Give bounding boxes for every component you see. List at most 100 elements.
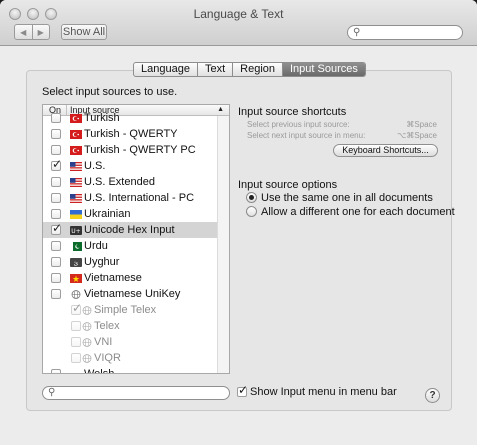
table-row[interactable]: Ukrainian <box>43 206 229 222</box>
pk-flag-icon <box>70 241 82 251</box>
table-row[interactable]: Turkish - QWERTY PC <box>43 142 229 158</box>
globe-flag-icon <box>81 321 93 331</box>
table-row[interactable]: Vietnamese <box>43 270 229 286</box>
row-checkbox[interactable] <box>51 113 61 123</box>
radio-same-row[interactable]: Use the same one in all documents <box>246 191 433 204</box>
show-all-button[interactable]: Show All <box>61 24 107 40</box>
tab-text[interactable]: Text <box>196 63 232 76</box>
tr-flag-icon <box>70 145 82 155</box>
table-row[interactable]: Telex <box>43 318 229 334</box>
titlebar: Language & Text ◀ ▶ Show All ⚲ <box>0 0 477 46</box>
table-row[interactable]: ئ Uyghur <box>43 254 229 270</box>
wales-flag-icon <box>70 369 82 373</box>
table-row[interactable]: U.S. International - PC <box>43 190 229 206</box>
tab-language[interactable]: Language <box>134 63 197 76</box>
ug-flag-icon: ئ <box>70 257 82 267</box>
prev-shortcut-label: Select previous input source: <box>247 120 350 129</box>
globe-flag-icon <box>81 353 93 363</box>
us-flag-icon <box>70 193 82 203</box>
globe-flag-icon <box>70 289 82 299</box>
hex-flag-icon: U+ <box>70 225 82 235</box>
row-label: Vietnamese UniKey <box>84 288 181 300</box>
row-checkbox[interactable] <box>71 337 81 347</box>
row-label: U.S. International - PC <box>84 192 195 204</box>
tab-region[interactable]: Region <box>232 63 282 76</box>
globe-flag-icon <box>81 305 93 315</box>
row-label: U.S. <box>84 160 106 172</box>
row-label: Simple Telex <box>94 304 157 316</box>
table-row[interactable]: U.S. Extended <box>43 174 229 190</box>
help-button[interactable]: ? <box>425 388 440 403</box>
row-checkbox[interactable]: ✓ <box>51 157 62 171</box>
forward-arrow-icon[interactable]: ▶ <box>31 25 50 39</box>
row-label: U.S. Extended <box>84 176 155 188</box>
table-row[interactable]: ✓ U.S. <box>43 157 229 174</box>
table-row[interactable]: Urdu <box>43 238 229 254</box>
back-arrow-icon[interactable]: ◀ <box>15 25 32 39</box>
table-row[interactable]: ✓ U+ Unicode Hex Input <box>43 221 229 238</box>
globe-flag-icon <box>81 337 93 347</box>
keyboard-shortcuts-button[interactable]: Keyboard Shortcuts... <box>333 144 438 157</box>
row-label: Turkish - QWERTY PC <box>84 144 196 156</box>
next-shortcut-key: ⌥⌘Space <box>397 131 437 140</box>
options-heading: Input source options <box>238 179 338 191</box>
next-shortcut-label: Select next input source in menu: <box>247 131 366 140</box>
show-input-menu-row[interactable]: ✓ Show Input menu in menu bar <box>237 383 397 398</box>
table-row[interactable]: Turkish - QWERTY <box>43 126 229 142</box>
search-icon: ⚲ <box>353 27 361 38</box>
table-row[interactable]: VIQR <box>43 350 229 366</box>
row-label: Welsh <box>84 368 115 374</box>
radio-different-row[interactable]: Allow a different one for each document <box>246 205 455 218</box>
table-row[interactable]: Vietnamese UniKey <box>43 286 229 302</box>
row-label: Urdu <box>84 240 108 252</box>
vn-flag-icon <box>70 273 82 283</box>
prev-shortcut-key: ⌘Space <box>406 120 437 129</box>
row-checkbox[interactable] <box>71 353 81 363</box>
window-title: Language & Text <box>193 7 284 21</box>
tr-flag-icon <box>70 129 82 139</box>
tab-bar: Language Text Region Input Sources <box>133 62 366 77</box>
row-checkbox[interactable] <box>51 289 61 299</box>
row-label: Vietnamese <box>84 272 142 284</box>
svg-text:ئ: ئ <box>74 260 79 267</box>
table-row[interactable]: Welsh <box>43 366 229 374</box>
table-rows: Turkish Turkish - QWERTY Turkish - QWERTY … <box>43 110 229 374</box>
table-row[interactable]: ✓ Simple Telex <box>43 301 229 318</box>
radio-same-label: Use the same one in all documents <box>261 191 433 204</box>
row-checkbox[interactable] <box>51 209 61 219</box>
row-checkbox[interactable] <box>51 257 61 267</box>
row-checkbox[interactable] <box>51 193 61 203</box>
row-checkbox[interactable]: ✓ <box>71 301 82 315</box>
row-checkbox[interactable]: ✓ <box>51 221 62 235</box>
tab-input-sources[interactable]: Input Sources <box>282 63 365 76</box>
us-flag-icon <box>70 161 82 171</box>
table-row[interactable]: Turkish <box>43 110 229 126</box>
show-input-menu-label: Show Input menu in menu bar <box>250 386 397 398</box>
search-input[interactable]: ⚲ <box>347 25 463 40</box>
input-source-table: On Input source ▲ Turkish Turkish - QWERT… <box>42 104 230 374</box>
show-input-menu-checkbox[interactable]: ✓ <box>237 383 248 397</box>
row-label: Turkish - QWERTY <box>84 128 178 140</box>
us-flag-icon <box>70 177 82 187</box>
row-checkbox[interactable] <box>51 177 61 187</box>
window: Language & Text ◀ ▶ Show All ⚲ Language T… <box>0 0 477 445</box>
nav-group: ◀ ▶ <box>14 24 50 40</box>
radio-different-label: Allow a different one for each document <box>261 205 455 218</box>
row-label: Ukrainian <box>84 208 131 220</box>
row-checkbox[interactable] <box>51 273 61 283</box>
ua-flag-icon <box>70 209 82 219</box>
scrollbar[interactable] <box>217 116 229 373</box>
row-checkbox[interactable] <box>71 321 81 331</box>
row-label: VNI <box>94 336 113 348</box>
radio-different[interactable] <box>246 206 257 217</box>
source-search-input[interactable]: ⚲ <box>42 386 230 400</box>
row-label: Unicode Hex Input <box>84 224 175 236</box>
row-checkbox[interactable] <box>51 241 61 251</box>
row-checkbox[interactable] <box>51 129 61 139</box>
instruction-text: Select input sources to use. <box>42 86 178 98</box>
radio-same[interactable] <box>246 192 257 203</box>
row-checkbox[interactable] <box>51 145 61 155</box>
table-row[interactable]: VNI <box>43 334 229 350</box>
row-checkbox[interactable] <box>51 369 61 373</box>
tr-flag-icon <box>70 113 82 123</box>
